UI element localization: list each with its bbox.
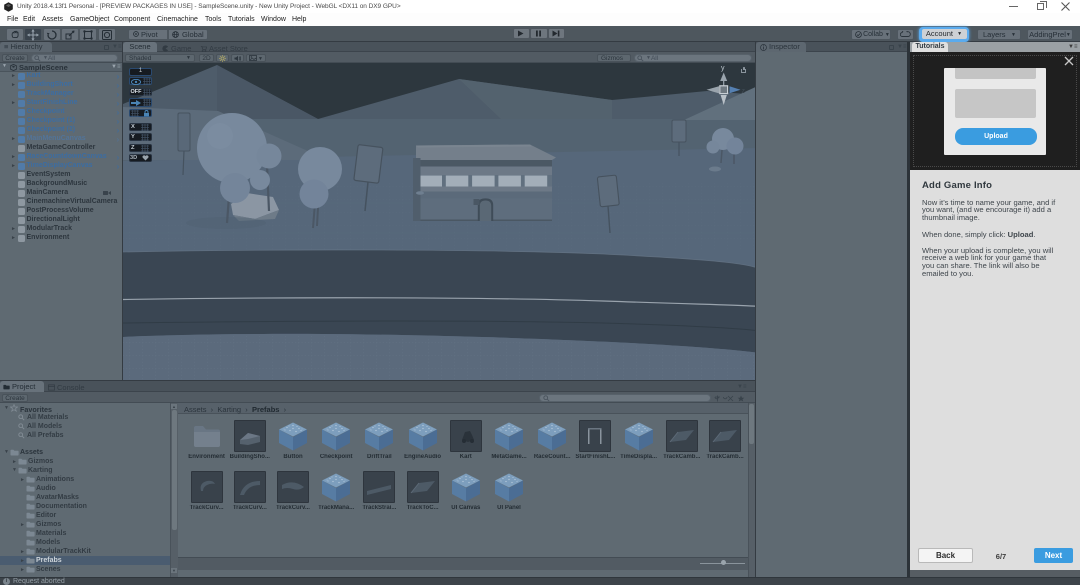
svg-text:y: y [721,65,725,72]
svg-text:z: z [742,88,746,95]
